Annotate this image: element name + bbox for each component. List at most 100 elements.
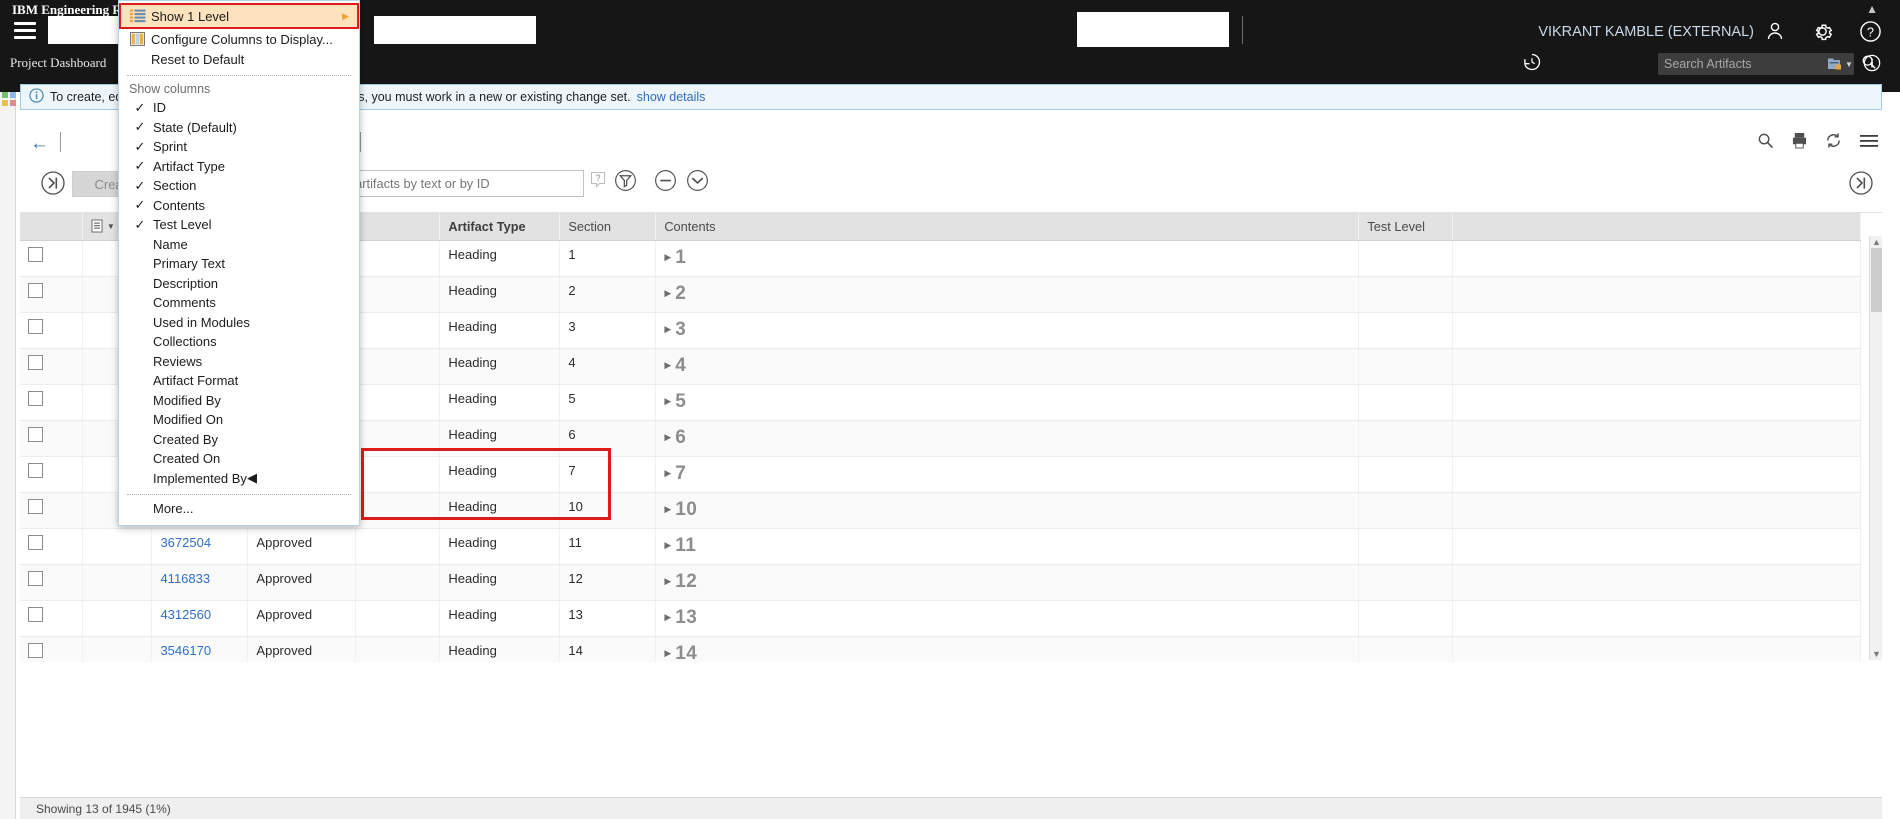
filter-icon[interactable] [614,169,637,197]
menu-icon[interactable] [1860,134,1878,153]
row-checkbox-cell[interactable] [20,348,83,385]
row-checkbox-cell[interactable] [20,240,83,277]
menu-column-implemented-by[interactable]: Implemented By ◀ [119,469,359,489]
project-dashboard-link[interactable]: Project Dashboard [10,55,106,71]
row-checkbox[interactable] [28,391,43,406]
expand-triangle-icon[interactable]: ▶ [664,288,671,298]
row-checkbox-cell[interactable] [20,564,83,601]
expand-triangle-icon[interactable]: ▶ [664,468,671,478]
row-checkbox[interactable] [28,463,43,478]
row-checkbox-cell[interactable] [20,492,83,529]
cell-contents[interactable]: ▶ 7 [655,456,1360,493]
refresh-icon[interactable] [1825,132,1842,154]
row-checkbox[interactable] [28,283,43,298]
artifact-id-link[interactable]: 4312560 [160,607,211,622]
history-icon[interactable] [1522,52,1542,77]
table-row[interactable]: 3672504 Approved Heading 11 ▶ 11 [20,528,1862,565]
menu-item-reset-to-default[interactable]: Reset to Default [119,49,359,69]
cell-id[interactable]: 4116833 [151,564,249,601]
row-checkbox-cell[interactable] [20,312,83,349]
menu-column-primary-text[interactable]: Primary Text [119,254,359,274]
table-row[interactable]: 3546170 Approved Heading 14 ▶ 14 [20,636,1862,662]
search-icon[interactable] [1861,54,1877,75]
scroll-thumb[interactable] [1871,248,1882,312]
cell-id[interactable]: 4312560 [151,600,249,637]
expand-all-icon[interactable] [686,169,709,197]
grid-vertical-scrollbar[interactable]: ▲ ▼ [1869,236,1882,660]
menu-column-created-by[interactable]: Created By [119,430,359,450]
search-view-icon[interactable] [1757,132,1774,154]
row-checkbox[interactable] [28,571,43,586]
hamburger-icon[interactable] [14,22,36,40]
scroll-down-icon[interactable]: ▼ [1872,649,1881,659]
row-checkbox-cell[interactable] [20,528,83,565]
collapse-left-panel-icon[interactable] [40,170,66,201]
menu-column-collections[interactable]: Collections [119,332,359,352]
app-switcher-icon[interactable] [2,92,16,106]
search-scope-selector[interactable]: ▼ [1827,57,1853,72]
menu-column-state-default[interactable]: ✓ State (Default) [119,118,359,138]
row-checkbox-cell[interactable] [20,456,83,493]
row-checkbox[interactable] [28,319,43,334]
collapse-right-panel-icon[interactable] [1848,170,1874,201]
menu-column-sprint[interactable]: ✓ Sprint [119,137,359,157]
table-row[interactable]: 4116833 Approved Heading 12 ▶ 12 [20,564,1862,601]
expand-triangle-icon[interactable]: ▶ [664,540,671,550]
cell-contents[interactable]: ▶ 13 [655,600,1360,637]
menu-column-comments[interactable]: Comments [119,293,359,313]
row-checkbox-cell[interactable] [20,420,83,457]
artifact-id-link[interactable]: 4116833 [160,571,210,586]
menu-column-description[interactable]: Description [119,274,359,294]
cell-contents[interactable]: ▶ 12 [655,564,1360,601]
row-checkbox[interactable] [28,643,43,658]
cell-id[interactable]: 3672504 [151,528,249,565]
back-arrow-icon[interactable]: ← [30,134,49,153]
table-row[interactable]: 4312560 Approved Heading 13 ▶ 13 [20,600,1862,637]
menu-column-artifact-type[interactable]: ✓ Artifact Type [119,157,359,177]
scroll-up-icon[interactable]: ▲ [1872,237,1881,247]
row-checkbox[interactable] [28,247,43,262]
menu-column-reviews[interactable]: Reviews [119,352,359,372]
gear-icon[interactable] [1811,20,1834,48]
menu-column-artifact-format[interactable]: Artifact Format [119,371,359,391]
filter-help-icon[interactable]: ? [590,171,606,194]
th-select-all[interactable] [20,213,83,241]
row-checkbox[interactable] [28,427,43,442]
expand-triangle-icon[interactable]: ▶ [664,360,671,370]
expand-triangle-icon[interactable]: ▶ [664,612,671,622]
show-details-link[interactable]: show details [637,90,706,104]
menu-column-id[interactable]: ✓ ID [119,98,359,118]
cell-contents[interactable]: ▶ 5 [655,384,1360,421]
column-context-menu[interactable]: Show 1 Level ▶ Configure Columns to Disp… [118,0,360,526]
th-contents[interactable]: Contents [655,213,1360,241]
expand-triangle-icon[interactable]: ▶ [664,576,671,586]
cell-contents[interactable]: ▶ 1 [655,240,1360,277]
menu-item-show-1-level[interactable]: Show 1 Level ▶ [119,3,359,29]
row-checkbox-cell[interactable] [20,636,83,662]
cell-contents[interactable]: ▶ 4 [655,348,1360,385]
cell-contents[interactable]: ▶ 14 [655,636,1360,662]
row-checkbox[interactable] [28,499,43,514]
expand-triangle-icon[interactable]: ▶ [664,324,671,334]
cell-contents[interactable]: ▶ 10 [655,492,1360,529]
row-checkbox-cell[interactable] [20,600,83,637]
search-input[interactable] [1662,57,1827,71]
row-checkbox[interactable] [28,355,43,370]
th-test-level[interactable]: Test Level [1358,213,1453,241]
row-checkbox[interactable] [28,607,43,622]
menu-item-configure-columns[interactable]: Configure Columns to Display... [119,29,359,49]
cell-contents[interactable]: ▶ 11 [655,528,1360,565]
chevron-down-icon[interactable]: ▼ [1845,60,1853,69]
artifact-id-link[interactable]: 3672504 [160,535,211,550]
menu-column-used-in-modules[interactable]: Used in Modules [119,313,359,333]
th-sprint[interactable] [355,213,441,241]
search-artifacts-box[interactable]: ▼ [1658,53,1876,75]
expand-triangle-icon[interactable]: ▶ [664,396,671,406]
menu-column-created-on[interactable]: Created On [119,449,359,469]
menu-column-test-level[interactable]: ✓ Test Level [119,215,359,235]
user-icon[interactable] [1764,20,1786,47]
expand-triangle-icon[interactable]: ▶ [664,648,671,658]
th-section[interactable]: Section [559,213,657,241]
th-artifact-type[interactable]: Artifact Type [439,213,561,241]
row-checkbox[interactable] [28,535,43,550]
